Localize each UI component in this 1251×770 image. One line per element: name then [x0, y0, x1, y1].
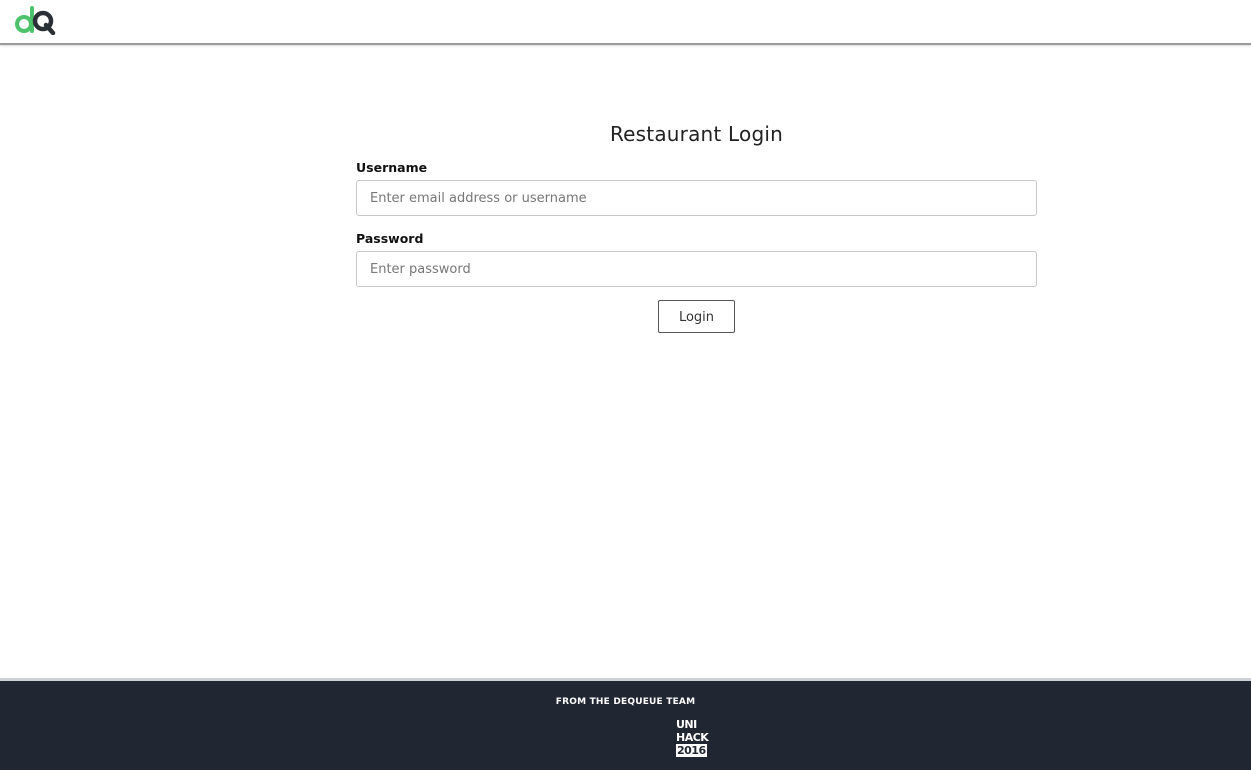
- unihack-year: 2016: [676, 744, 707, 757]
- username-label: Username: [356, 160, 428, 175]
- login-form: Restaurant Login Username Password Login: [356, 120, 1037, 333]
- page-title: Restaurant Login: [609, 122, 783, 146]
- unihack-logo: UNI HACK 2016: [676, 718, 712, 760]
- password-input[interactable]: [356, 251, 1037, 287]
- login-button-wrapper: Login: [356, 300, 1037, 333]
- footer-tagline: FROM THE DEQUEUE TEAM: [555, 697, 696, 707]
- unihack-line1: UNI: [676, 718, 697, 731]
- login-button[interactable]: Login: [658, 300, 735, 333]
- top-navbar: [0, 0, 1251, 45]
- footer: FROM THE DEQUEUE TEAM UNI HACK 2016: [0, 678, 1251, 770]
- password-label: Password: [356, 231, 424, 246]
- dequeue-logo[interactable]: [14, 5, 56, 35]
- username-input[interactable]: [356, 180, 1037, 216]
- unihack-line2: HACK: [676, 731, 709, 744]
